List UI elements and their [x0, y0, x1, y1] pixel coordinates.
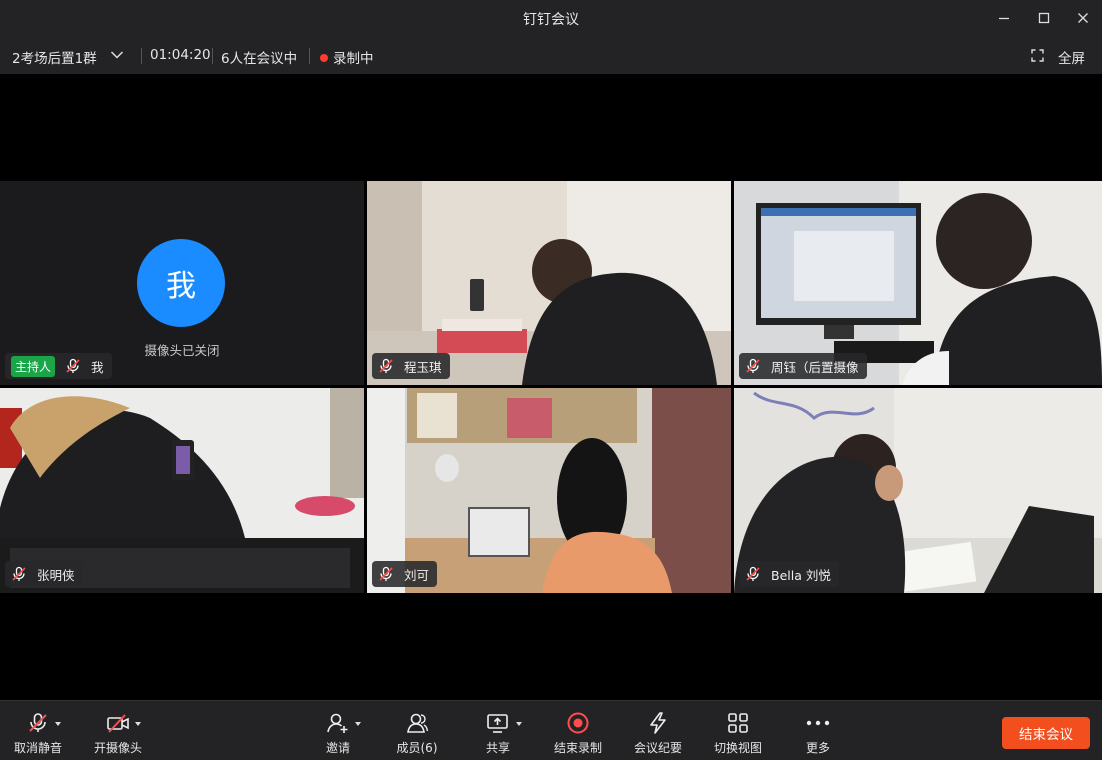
recording-dot-icon: [320, 54, 328, 62]
camera-button[interactable]: 开摄像头: [80, 709, 156, 759]
meeting-info-bar: 2考场后置1群 01:04:20 6人在会议中 录制中 全屏: [0, 36, 1102, 74]
switch-view-button[interactable]: 切换视图: [700, 709, 776, 759]
participant-name: 刘可: [404, 567, 430, 583]
close-button[interactable]: [1069, 6, 1097, 30]
end-meeting-button[interactable]: 结束会议: [1002, 717, 1090, 749]
caret-down-icon[interactable]: [135, 722, 141, 726]
chevron-down-icon[interactable]: [110, 50, 124, 60]
participant-label: 程玉琪: [372, 353, 450, 379]
end-recording-label: 结束录制: [553, 741, 602, 755]
members-button[interactable]: 成员(6): [379, 709, 455, 759]
share-screen-icon: [487, 714, 508, 733]
participant-label: 张明侠: [5, 561, 83, 587]
more-icon: [806, 720, 830, 726]
video-tile-participant[interactable]: 程玉琪: [367, 181, 731, 385]
participant-count[interactable]: 6人在会议中: [221, 47, 297, 67]
switch-view-label: 切换视图: [713, 741, 762, 755]
members-label: 成员(6): [396, 741, 438, 755]
share-label: 共享: [485, 741, 510, 755]
invite-button[interactable]: 邀请: [300, 709, 376, 759]
video-tile-participant[interactable]: 周钰（后置摄像: [734, 181, 1102, 385]
divider: [212, 48, 213, 64]
video-tile-participant[interactable]: 张明侠: [0, 388, 364, 593]
mic-muted-icon: [379, 358, 393, 373]
participant-label: Bella 刘悦: [739, 561, 839, 587]
close-icon: [1078, 13, 1088, 23]
video-stage: 我 摄像头已关闭 主持人 我 程玉琪 周钰（后置摄像 张明侠 刘可 Bella …: [0, 74, 1102, 700]
divider: [141, 48, 142, 64]
fullscreen-icon[interactable]: [1031, 49, 1044, 62]
video-tile-self[interactable]: 我 摄像头已关闭 主持人 我: [0, 181, 364, 385]
more-label: 更多: [805, 741, 830, 755]
mic-muted-icon: [66, 358, 80, 373]
window-title: 钉钉会议: [523, 12, 579, 28]
invite-label: 邀请: [325, 741, 350, 755]
add-user-icon: [327, 713, 348, 733]
mic-muted-icon: [12, 566, 26, 581]
caret-down-icon[interactable]: [355, 722, 361, 726]
participant-label: 主持人 我: [5, 353, 112, 379]
participant-name: 我: [91, 359, 104, 375]
mic-muted-icon: [746, 566, 760, 581]
participant-name: Bella 刘悦: [771, 567, 831, 583]
participant-label: 刘可: [372, 561, 438, 587]
meeting-minutes-label: 会议纪要: [633, 741, 682, 755]
participant-name: 程玉琪: [404, 359, 442, 375]
unmute-button[interactable]: 取消静音: [0, 709, 76, 759]
divider: [309, 48, 310, 64]
unmute-label: 取消静音: [13, 741, 62, 755]
camera-label: 开摄像头: [93, 741, 142, 755]
video-tile-participant[interactable]: Bella 刘悦: [734, 388, 1102, 593]
recording-status: 录制中: [320, 47, 374, 67]
members-icon: [407, 713, 429, 733]
minimize-icon: [999, 17, 1009, 20]
participant-label: 周钰（后置摄像: [739, 353, 867, 379]
meeting-minutes-button[interactable]: 会议纪要: [620, 709, 696, 759]
share-button[interactable]: 共享: [460, 709, 536, 759]
meeting-toolbar: 取消静音 开摄像头 邀请 成员(6) 共享 结束录制 会议纪要 切换视图 更多: [0, 700, 1102, 760]
grid-view-icon: [728, 713, 748, 733]
end-recording-button[interactable]: 结束录制: [540, 709, 616, 759]
camera-off-icon: [107, 714, 129, 733]
caret-down-icon[interactable]: [516, 722, 522, 726]
mic-muted-icon: [29, 713, 47, 732]
caret-down-icon[interactable]: [55, 722, 61, 726]
meeting-name[interactable]: 2考场后置1群: [12, 47, 97, 67]
meeting-duration: 01:04:20: [150, 47, 211, 63]
maximize-icon: [1038, 12, 1050, 24]
mic-muted-icon: [379, 566, 393, 581]
participant-name: 周钰（后置摄像: [771, 359, 859, 375]
minimize-button[interactable]: [990, 6, 1018, 30]
lightning-icon: [650, 712, 666, 734]
fullscreen-button[interactable]: 全屏: [1058, 47, 1085, 67]
video-tile-participant[interactable]: 刘可: [367, 388, 731, 593]
avatar: 我: [137, 239, 225, 327]
mic-muted-icon: [746, 358, 760, 373]
host-badge: 主持人: [11, 355, 56, 377]
participant-name: 张明侠: [37, 567, 75, 583]
title-bar: 钉钉会议: [0, 0, 1102, 36]
more-button[interactable]: 更多: [780, 709, 856, 759]
record-stop-icon: [567, 712, 589, 734]
maximize-button[interactable]: [1030, 6, 1058, 30]
